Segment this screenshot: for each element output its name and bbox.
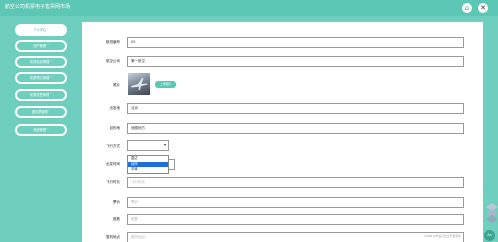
flight-type-dropdown: 直达 经停 中转 (127, 155, 169, 174)
sidebar-item-airport-info[interactable]: 机场信息管理 ˇ (15, 56, 67, 68)
airplane-photo (128, 73, 150, 95)
departure-label: 出发地 (109, 106, 121, 110)
stack-icon (486, 203, 498, 223)
top-icons: ⌂ ✕ (462, 3, 488, 13)
depart-time-label: 出发时间 (106, 162, 120, 166)
form-panel: 航班编号 05 航空公司 第一航空 照片 上传图片 出发地 北京 目的地 地图地… (82, 22, 483, 242)
floating-action-button[interactable]: Ah (484, 230, 495, 241)
flight-type-select[interactable]: ▾ (127, 140, 169, 151)
sidebar-item-ticket-refund[interactable]: 退机票管理 ˇ (15, 106, 67, 118)
flight-type-label: 飞行方式 (106, 144, 120, 148)
airline-input[interactable]: 第一航空 (127, 56, 464, 67)
close-icon[interactable]: ✕ (478, 3, 488, 13)
duration-label: 飞行时长 (106, 180, 120, 184)
airplane-image (131, 78, 148, 91)
chevron-down-icon: ▾ (163, 142, 166, 147)
destination-label: 目的地 (109, 126, 121, 130)
seats-input[interactable]: 座数 (127, 214, 464, 225)
boarding-input[interactable]: 登机地点 (127, 232, 464, 242)
photo-label: 照片 (113, 83, 120, 87)
duration-input[interactable]: 飞行时长 (127, 177, 464, 188)
price-label: 票价 (113, 200, 120, 204)
price-input[interactable]: 票价 (127, 197, 464, 208)
destination-input[interactable]: 地图地方 (127, 123, 464, 134)
floating-widget[interactable] (486, 201, 498, 225)
sidebar-item-ticket-change[interactable]: 机票改签管理 ˇ (15, 89, 67, 101)
flight-no-label: 航班编号 (106, 40, 120, 44)
boarding-label: 登机地点 (106, 235, 120, 239)
watermark: CSDN @毕设计论文开发源码 (424, 234, 461, 238)
dropdown-option[interactable]: 中转 (128, 167, 168, 173)
seats-label: 座数 (113, 217, 120, 221)
sidebar-item-personal-center[interactable]: 个人中心 ˇ (15, 24, 67, 36)
departure-input[interactable]: 北京 (127, 103, 464, 114)
sidebar-item-system[interactable]: 系统管理 ˇ (15, 124, 67, 136)
sidebar: 个人中心 ˇ 用户管理 ˇ 机场信息管理 ˇ 机票预订管理 ˇ 机票改签管理 ˇ… (0, 16, 72, 242)
upload-image-button[interactable]: 上传图片 (155, 81, 176, 88)
airline-label: 航空公司 (106, 59, 120, 63)
home-icon[interactable]: ⌂ (462, 3, 472, 13)
top-bar: 航空公司机票电子售票网市场 ⌂ ✕ (0, 0, 498, 16)
app-title: 航空公司机票电子售票网市场 (5, 4, 71, 10)
sidebar-item-ticket-booking[interactable]: 机票预订管理 ˇ (15, 72, 67, 84)
sidebar-item-user-management[interactable]: 用户管理 ˇ (15, 40, 67, 52)
flight-no-input[interactable]: 05 (127, 37, 464, 48)
